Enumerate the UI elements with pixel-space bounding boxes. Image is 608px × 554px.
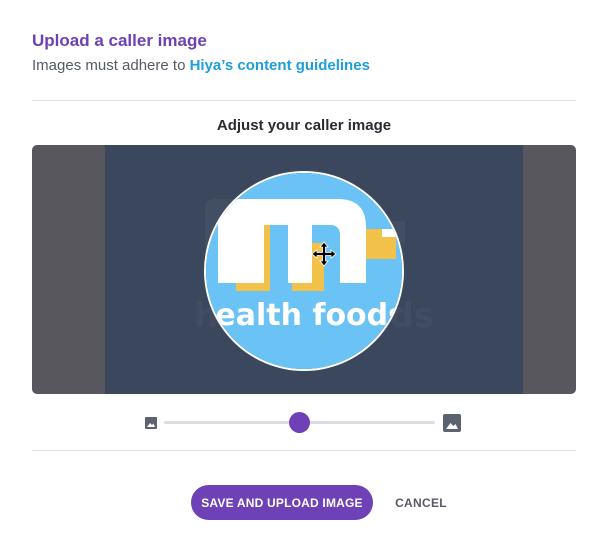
zoom-slider-thumb[interactable] <box>289 412 310 433</box>
image-large-icon <box>443 414 461 432</box>
bottom-divider <box>32 450 576 451</box>
image-crop-area[interactable]: health foods health foods <box>32 145 576 394</box>
page-subtitle: Images must adhere to Hiya’s content gui… <box>32 57 370 74</box>
top-divider <box>32 100 576 101</box>
logo-image-cropped: health foods <box>206 173 402 369</box>
zoom-control <box>145 411 463 435</box>
logo-text: health foods <box>206 298 402 333</box>
content-guidelines-link[interactable]: Hiya’s content guidelines <box>190 57 370 74</box>
crop-circle[interactable]: health foods <box>206 173 402 369</box>
save-and-upload-button[interactable]: SAVE AND UPLOAD IMAGE <box>191 485 373 520</box>
editor-heading: Adjust your caller image <box>216 117 392 134</box>
cancel-button[interactable]: CANCEL <box>383 485 459 520</box>
subtitle-text: Images must adhere to <box>32 57 190 74</box>
page-title: Upload a caller image <box>32 31 207 50</box>
move-cursor-icon <box>311 241 337 267</box>
image-small-icon <box>145 417 157 429</box>
